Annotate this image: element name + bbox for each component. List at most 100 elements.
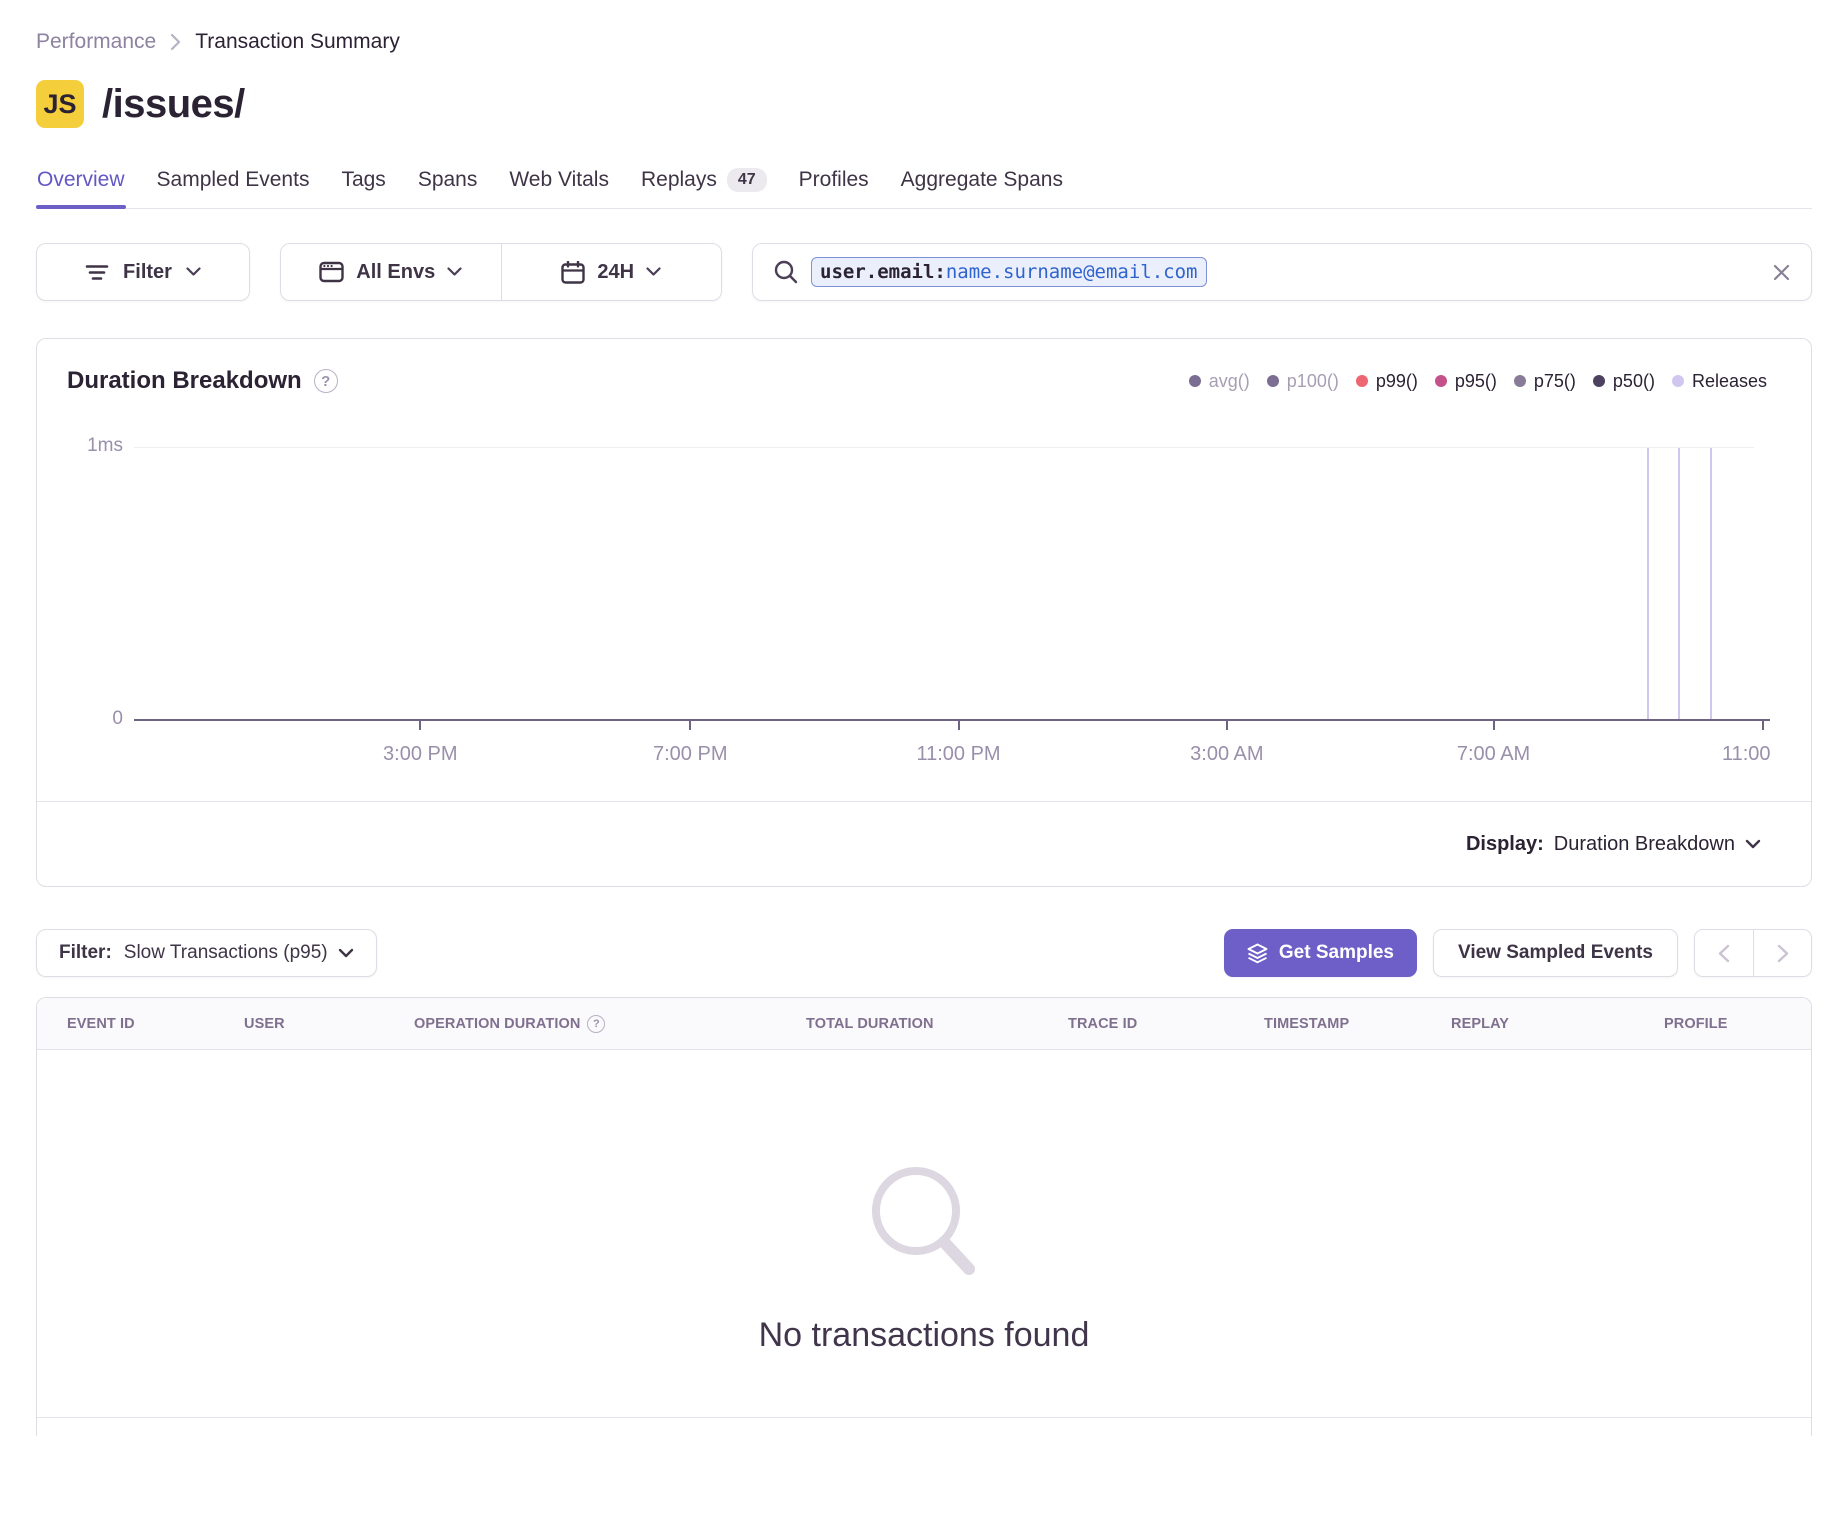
release-line[interactable] [1678,448,1680,719]
transaction-filter-label: Filter: [59,942,112,964]
breadcrumb-performance[interactable]: Performance [36,30,156,54]
search-token-key: user.email: [820,261,946,283]
plot: 3:00 PM7:00 PM11:00 PM3:00 AM7:00 AM11:0… [134,417,1754,777]
tab-web-vitals[interactable]: Web Vitals [508,158,610,208]
search-filter-token[interactable]: user.email: name.surname@email.com [811,257,1207,287]
display-mode-dropdown[interactable]: Duration Breakdown [1554,833,1761,856]
samples-actions: Get Samples View Sampled Events [1224,929,1812,977]
column-header-user: USER [244,1016,414,1032]
filter-lines-icon [85,264,109,281]
environment-selector[interactable]: All Envs [281,244,501,300]
search-icon [773,259,799,285]
legend-item-p75[interactable]: p75() [1514,371,1576,392]
tab-label: Spans [418,168,478,192]
tab-profiles[interactable]: Profiles [798,158,870,208]
legend-item-p100[interactable]: p100() [1267,371,1339,392]
table-header-row: EVENT IDUSEROPERATION DURATION?TOTAL DUR… [37,998,1811,1050]
chart-title: Duration Breakdown [67,367,302,395]
view-sampled-events-button[interactable]: View Sampled Events [1433,929,1678,977]
table-footer-area [37,1418,1811,1436]
tab-sampled-events[interactable]: Sampled Events [156,158,311,208]
breadcrumb-transaction-summary: Transaction Summary [195,30,400,54]
tab-tags[interactable]: Tags [340,158,386,208]
column-label: USER [244,1016,285,1032]
display-value: Duration Breakdown [1554,833,1735,856]
column-header-profile: PROFILE [1664,1016,1811,1032]
previous-page-button[interactable] [1695,930,1753,976]
date-range-selector[interactable]: 24H [502,244,722,300]
chart-plot-area: 3:00 PM7:00 PM11:00 PM3:00 AM7:00 AM11:0… [37,417,1811,777]
legend-dot [1514,375,1526,387]
x-axis-label: 11:00 AM [1722,743,1770,766]
get-samples-button[interactable]: Get Samples [1224,929,1417,977]
tab-aggregate-spans[interactable]: Aggregate Spans [900,158,1064,208]
env-date-picker-group: All Envs 24H [280,243,722,301]
transaction-summary-page: Performance Transaction Summary JS /issu… [0,0,1834,1532]
chart-footer: Display: Duration Breakdown [37,801,1811,886]
chart-legend: avg() p100() p99() p95() p75() p50() Releases [1189,371,1767,392]
empty-message: No transactions found [759,1316,1090,1355]
column-label: OPERATION DURATION [414,1016,580,1032]
environment-value: All Envs [356,261,435,284]
search-input[interactable]: user.email: name.surname@email.com [752,243,1812,301]
chevron-down-icon [338,948,354,959]
x-axis-tick [1226,721,1228,730]
title-row: JS /issues/ [36,80,1812,128]
replays-count-badge: 47 [727,168,767,192]
x-axis-tick [958,721,960,730]
x-axis-layer: 3:00 PM7:00 PM11:00 PM3:00 AM7:00 AM11:0… [134,417,1770,777]
legend-label: p100() [1287,371,1339,392]
release-line[interactable] [1647,448,1649,719]
tab-label: Profiles [799,168,869,192]
display-label: Display: [1466,833,1544,856]
column-label: TOTAL DURATION [806,1016,934,1032]
chart-header: Duration Breakdown ? avg() p100() p99() p95… [37,339,1811,395]
help-icon[interactable]: ? [587,1015,605,1033]
chevron-down-icon [447,267,462,277]
tab-spans[interactable]: Spans [417,158,479,208]
x-axis-tick [689,721,691,730]
column-header-total-duration: TOTAL DURATION [806,1016,1068,1032]
legend-item-p95[interactable]: p95() [1435,371,1497,392]
tab-label: Aggregate Spans [901,168,1063,192]
tab-overview[interactable]: Overview [36,158,126,208]
legend-item-p50[interactable]: p50() [1593,371,1655,392]
column-header-operation-duration: OPERATION DURATION? [414,1015,806,1033]
legend-label: p99() [1376,371,1418,392]
legend-label: p95() [1455,371,1497,392]
column-label: TIMESTAMP [1264,1016,1349,1032]
legend-label: p50() [1613,371,1655,392]
x-axis-tick [1493,721,1495,730]
y-axis-label: 1ms [37,435,123,457]
x-axis-tick [419,721,421,730]
x-axis-label: 3:00 PM [383,743,457,766]
column-label: EVENT ID [67,1016,135,1032]
tab-label: Tags [341,168,385,192]
column-label: PROFILE [1664,1016,1728,1032]
next-page-button[interactable] [1753,930,1811,976]
column-header-timestamp: TIMESTAMP [1264,1016,1451,1032]
filter-bar: Filter All Envs [36,243,1812,301]
search-token-value: name.surname@email.com [946,261,1198,283]
duration-breakdown-card: Duration Breakdown ? avg() p100() p99() p95… [36,338,1812,887]
breadcrumb-chevron-icon [170,33,181,51]
x-axis-tick [1762,721,1764,730]
calendar-icon [561,261,585,284]
filter-button[interactable]: Filter [36,243,250,301]
tab-replays[interactable]: Replays47 [640,158,768,208]
date-range-value: 24H [597,261,634,284]
legend-item-p99[interactable]: p99() [1356,371,1418,392]
legend-item-avg[interactable]: avg() [1189,371,1250,392]
transaction-filter-value: Slow Transactions (p95) [124,942,328,964]
legend-label: avg() [1209,371,1250,392]
help-icon[interactable]: ? [314,369,338,393]
legend-dot [1435,375,1447,387]
transaction-filter-dropdown[interactable]: Filter: Slow Transactions (p95) [36,929,377,977]
x-axis-label: 3:00 AM [1190,743,1263,766]
release-line[interactable] [1710,448,1712,719]
clear-search-icon[interactable] [1772,263,1791,282]
legend-item-releases[interactable]: Releases [1672,371,1767,392]
transactions-table: EVENT IDUSEROPERATION DURATION?TOTAL DUR… [36,997,1812,1436]
column-header-event-id: EVENT ID [67,1016,244,1032]
column-label: TRACE ID [1068,1016,1137,1032]
